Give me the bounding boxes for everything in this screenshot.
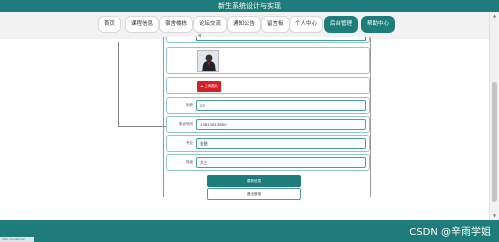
major-label: 专业: [185, 141, 193, 145]
scroll-up-arrow-icon[interactable]: ▲: [493, 13, 496, 18]
avatar: [197, 50, 219, 72]
person-photo-icon: [198, 51, 218, 71]
update-info-button[interactable]: 更新信息: [207, 175, 301, 187]
major-input[interactable]: 金融: [196, 138, 366, 149]
nav-item-course-info[interactable]: 课程信息: [125, 16, 160, 33]
nav-item-forum[interactable]: 论坛交流: [193, 16, 228, 33]
class-input[interactable]: 大三: [196, 157, 366, 168]
phone-row: 电话号码 13813813800: [166, 116, 370, 133]
site-title: 新生系统设计与实现: [218, 2, 281, 10]
footer: CSDN @辛雨学姐 http://localhost: [0, 220, 499, 242]
tree-connector-horizontal: [118, 126, 167, 127]
major-row: 专业 金融: [166, 135, 370, 152]
logout-button[interactable]: 退出登录: [207, 188, 301, 200]
nav-item-admin[interactable]: 后台管理: [324, 16, 359, 33]
nav-item-message-board[interactable]: 留言板: [261, 16, 290, 33]
scroll-thumb[interactable]: [492, 82, 497, 202]
top-form-row: 号: [166, 34, 370, 43]
nav-item-notices[interactable]: 通知公告: [227, 16, 262, 33]
age-label: 年龄: [185, 103, 193, 107]
nav-item-personal-center[interactable]: 个人中心: [289, 16, 324, 33]
age-input[interactable]: 23: [196, 100, 366, 111]
corner-url: http://localhost: [0, 237, 34, 242]
class-label: 班级: [185, 160, 193, 164]
nav-item-dormitory[interactable]: 宿舍楼栋: [159, 16, 194, 33]
tree-connector-vertical: [118, 42, 119, 127]
watermark: CSDN @辛雨学姐: [409, 227, 491, 238]
nav-item-home[interactable]: 首页: [98, 16, 122, 33]
nav-item-help-center[interactable]: 帮助中心: [361, 16, 396, 33]
upload-row: ☁ 上传图片: [166, 77, 370, 94]
photo-row: [166, 47, 370, 74]
top-field-input[interactable]: [196, 37, 366, 41]
phone-input[interactable]: 13813813800: [196, 119, 366, 130]
vertical-scrollbar[interactable]: ▲ ▼: [489, 12, 499, 220]
upload-image-button[interactable]: ☁ 上传图片: [197, 81, 221, 92]
class-row: 班级 大三: [166, 154, 370, 171]
top-field-value: 号: [198, 34, 202, 38]
scroll-down-arrow-icon[interactable]: ▼: [493, 213, 496, 218]
upload-icon: ☁: [199, 84, 204, 88]
upload-image-label: 上传图片: [204, 84, 219, 88]
age-row: 年龄 23: [166, 97, 370, 114]
phone-label: 电话号码: [178, 122, 193, 126]
